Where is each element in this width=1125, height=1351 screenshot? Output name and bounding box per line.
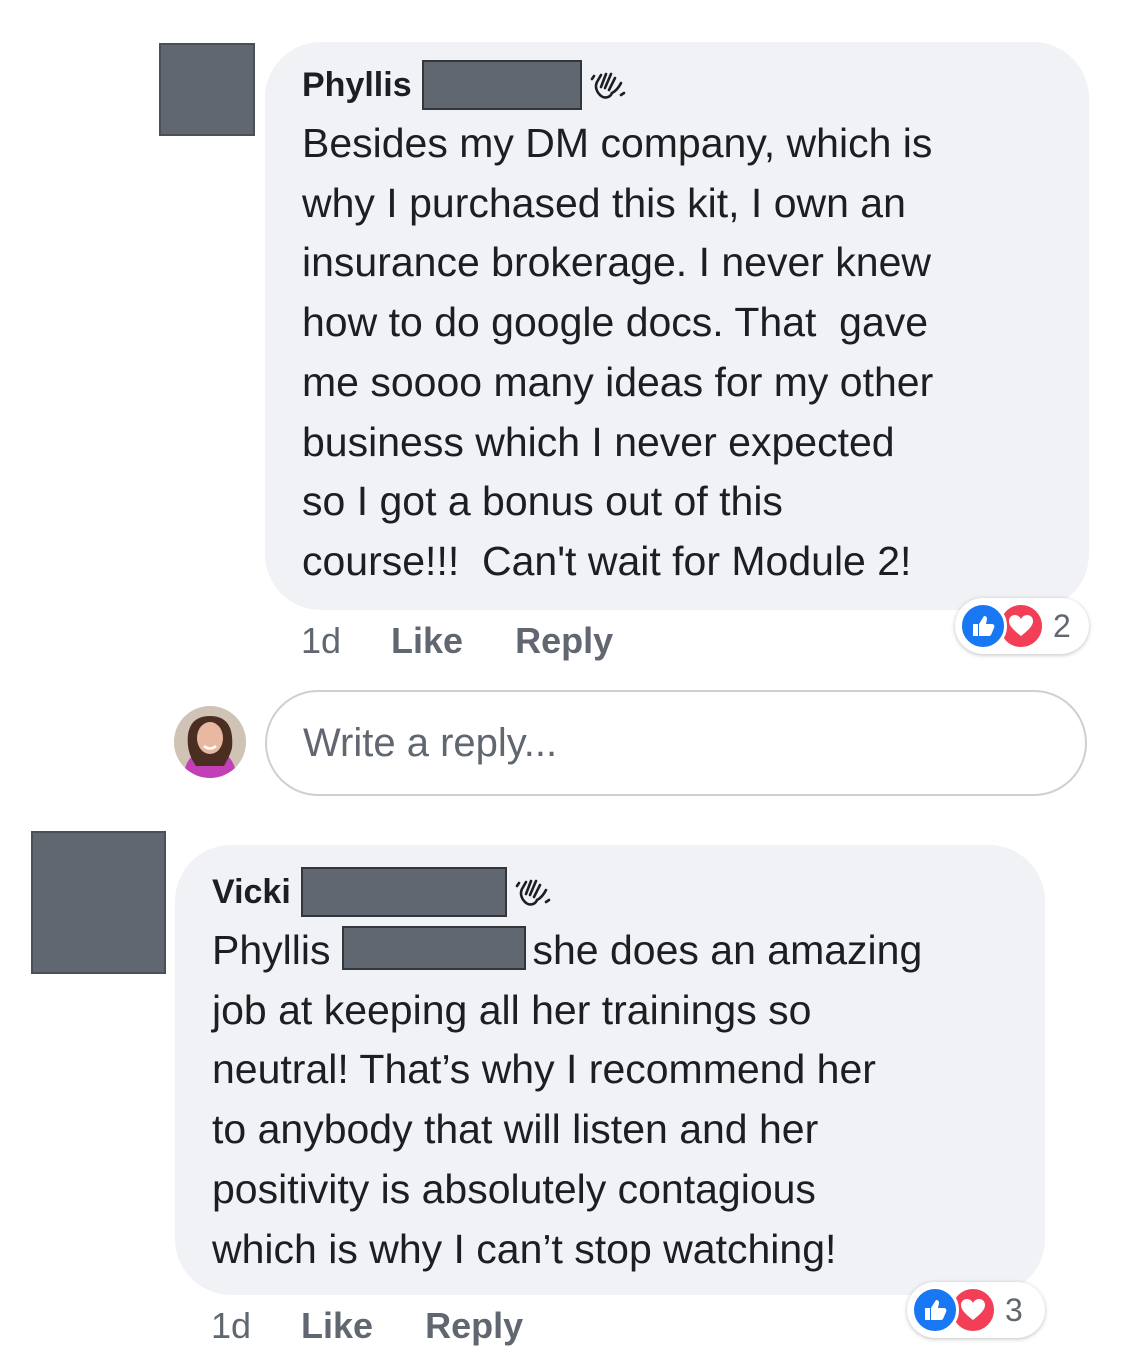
comment-timestamp[interactable]: 1d [301, 620, 341, 662]
comment-bubble: Phyllis Besides my DM company, which is … [265, 42, 1089, 610]
thumbs-up-icon [911, 1286, 959, 1334]
reaction-count: 2 [1053, 607, 1071, 644]
reply-input[interactable]: Write a reply... [265, 690, 1087, 796]
wave-icon [590, 72, 625, 99]
reply-placeholder: Write a reply... [303, 720, 558, 765]
thumbs-up-icon [959, 602, 1007, 650]
wave-icon [515, 879, 551, 906]
reaction-summary[interactable]: 2 [955, 598, 1089, 654]
comment-header: Phyllis [302, 60, 1069, 110]
redacted-surname [300, 867, 507, 917]
comment-text: Phyllis she does an amazing job at keepin… [212, 921, 1025, 1279]
redacted-surname [421, 60, 582, 110]
comment-bubble: Vicki Phyllis she does an amazing job at … [175, 845, 1045, 1295]
comment-header: Vicki [212, 867, 1025, 917]
comment-timestamp[interactable]: 1d [211, 1305, 251, 1347]
current-user-avatar[interactable] [174, 706, 246, 778]
reaction-count: 3 [1005, 1291, 1023, 1328]
redacted-mention-surname [342, 926, 527, 970]
comment-text: Besides my DM company, which is why I pu… [302, 120, 934, 584]
comment-author[interactable]: Vicki [212, 873, 291, 912]
reaction-summary[interactable]: 3 [907, 1282, 1045, 1338]
avatar-photo [174, 706, 246, 778]
comment-body: she does an amazing job at keeping all h… [212, 927, 923, 1272]
commenter-avatar-redacted[interactable] [159, 43, 255, 136]
comment-author[interactable]: Phyllis [302, 66, 412, 105]
reply-button[interactable]: Reply [515, 620, 613, 662]
like-button[interactable]: Like [391, 620, 463, 662]
like-button[interactable]: Like [301, 1305, 373, 1347]
commenter-avatar-redacted[interactable] [31, 831, 166, 974]
mention-link[interactable]: Phyllis [212, 927, 330, 973]
comment-actions: 1d Like Reply [211, 1301, 575, 1351]
comment-actions: 1d Like Reply [301, 616, 665, 666]
reply-button[interactable]: Reply [425, 1305, 523, 1347]
